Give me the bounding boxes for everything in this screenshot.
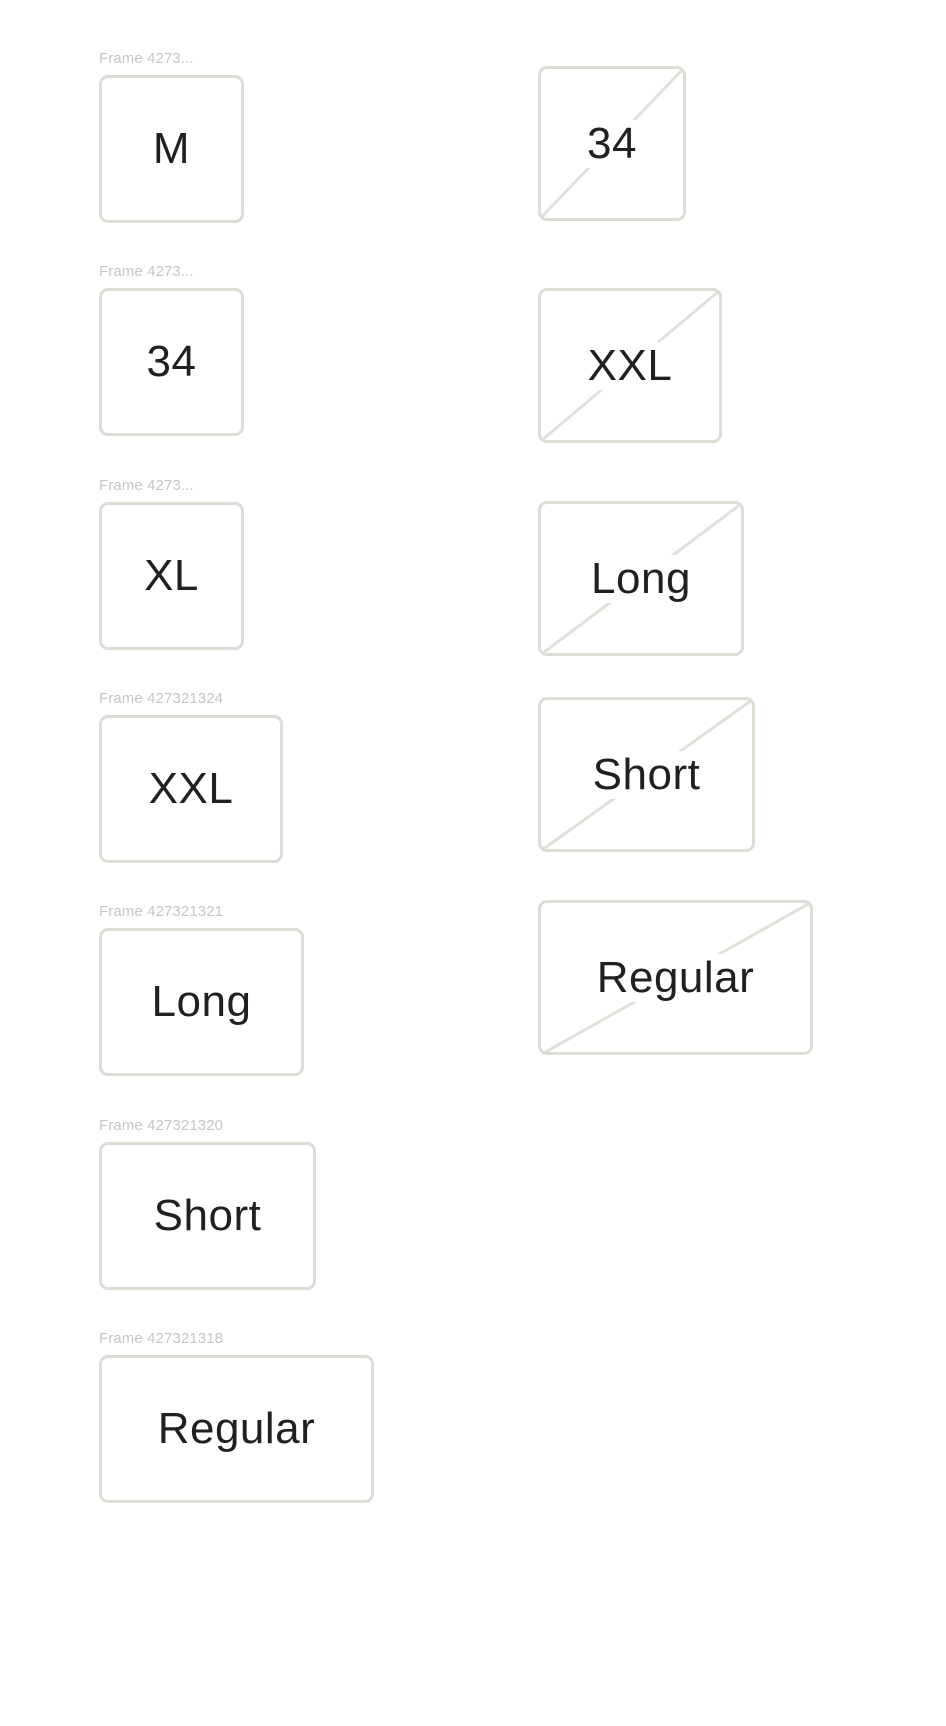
size-label: XXL	[142, 767, 240, 811]
size-box[interactable]: Long	[99, 928, 304, 1076]
placeholder-row[interactable]: Long	[538, 501, 744, 656]
size-label: Regular	[586, 953, 765, 1002]
frame-row[interactable]: Frame 4273... M	[99, 50, 244, 223]
design-canvas: Frame 4273... M Frame 4273... 34 Frame 4273.…	[0, 0, 946, 1726]
frame-caption: Frame 4273...	[99, 50, 194, 67]
size-box[interactable]: 34	[99, 288, 244, 436]
size-label: Regular	[151, 1407, 322, 1451]
frame-caption: Frame 427321320	[99, 1117, 224, 1134]
frame-caption: Frame 4273...	[99, 263, 194, 280]
size-box[interactable]: XL	[99, 502, 244, 650]
frame-row[interactable]: Frame 4273... XL	[99, 477, 244, 650]
frame-row[interactable]: Frame 427321324 XXL	[99, 690, 283, 863]
size-label: XXL	[577, 341, 683, 390]
size-box[interactable]: Regular	[99, 1355, 374, 1503]
size-label: 34	[577, 119, 647, 168]
placeholder-box[interactable]: Long	[538, 501, 744, 656]
placeholder-row[interactable]: Short	[538, 697, 755, 852]
size-label: Short	[147, 1194, 268, 1238]
placeholder-row[interactable]: Regular	[538, 900, 813, 1055]
size-box[interactable]: XXL	[99, 715, 283, 863]
frame-caption: Frame 427321318	[99, 1330, 224, 1347]
frame-caption: Frame 427321321	[99, 903, 224, 920]
placeholder-box[interactable]: Short	[538, 697, 755, 852]
size-label: XL	[138, 554, 205, 598]
frame-row[interactable]: Frame 427321318 Regular	[99, 1330, 374, 1503]
frame-row[interactable]: Frame 4273... 34	[99, 263, 244, 436]
frame-row[interactable]: Frame 427321320 Short	[99, 1117, 316, 1290]
size-label: 34	[140, 340, 203, 384]
size-label: Long	[145, 980, 258, 1024]
size-label: Long	[581, 554, 701, 603]
size-label: M	[146, 127, 197, 171]
size-label: Short	[582, 750, 711, 799]
frame-caption: Frame 4273...	[99, 477, 194, 494]
placeholder-row[interactable]: 34	[538, 66, 686, 221]
placeholder-row[interactable]: XXL	[538, 288, 722, 443]
placeholder-box[interactable]: Regular	[538, 900, 813, 1055]
size-box[interactable]: Short	[99, 1142, 316, 1290]
frame-row[interactable]: Frame 427321321 Long	[99, 903, 304, 1076]
frame-caption: Frame 427321324	[99, 690, 224, 707]
placeholder-box[interactable]: XXL	[538, 288, 722, 443]
size-box[interactable]: M	[99, 75, 244, 223]
placeholder-box[interactable]: 34	[538, 66, 686, 221]
